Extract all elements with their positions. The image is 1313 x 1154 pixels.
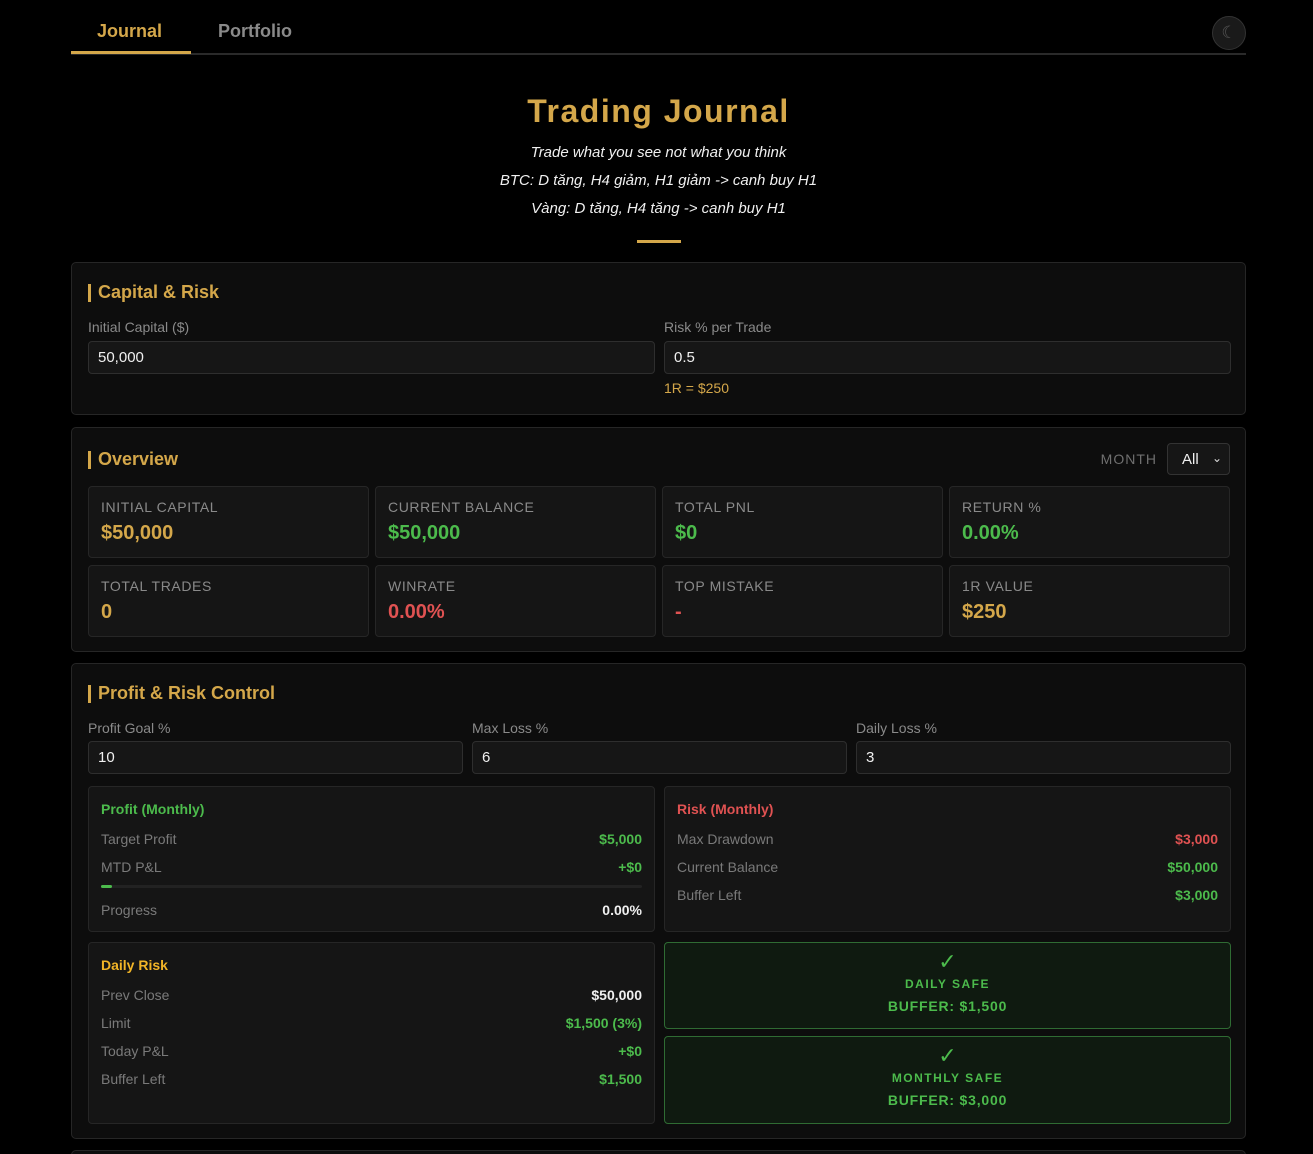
daily-loss-label: Daily Loss % [856,720,937,736]
today-pnl-label: Today P&L [101,1043,169,1059]
stat-label: TOTAL TRADES [101,578,212,594]
max-drawdown-label: Max Drawdown [677,831,774,847]
stat-total-trades: TOTAL TRADES 0 [88,565,369,637]
stat-label: WINRATE [388,578,456,594]
stat-value: $0 [675,522,698,544]
daily-safe-buffer: BUFFER: $1,500 [887,998,1008,1014]
progress-label: Progress [101,902,158,918]
profit-progress-fill [101,885,112,888]
checkmark-icon: ✓ [938,1043,957,1068]
stat-total-pnl: TOTAL PNL $0 [662,486,943,558]
daily-safe-status: ✓ DAILY SAFE BUFFER: $1,500 [664,942,1231,1029]
daily-buffer-label: Buffer Left [101,1071,166,1087]
moon-icon: ☾ [1221,23,1237,42]
month-filter-select[interactable]: All ⌄ [1167,443,1230,475]
profit-monthly-panel: Profit (Monthly) Target Profit $5,000 MT… [88,786,655,932]
stat-return-percent: RETURN % 0.00% [949,486,1230,558]
stat-label: INITIAL CAPITAL [101,499,219,515]
monthly-safe-buffer: BUFFER: $3,000 [887,1092,1008,1108]
month-filter-value: All [1182,450,1199,468]
page-header: Trading Journal Trade what you see not w… [71,55,1246,263]
stat-value: 0.00% [388,601,445,623]
stat-value: - [675,601,682,623]
stat-value: 0 [101,601,113,623]
profit-risk-control-card: Profit & Risk Control Profit Goal % Max … [71,663,1246,1139]
daily-buffer-value: $1,500 [599,1071,642,1087]
profit-risk-control-title: Profit & Risk Control [88,683,275,704]
capital-risk-card: Capital & Risk Initial Capital ($) Risk … [71,262,1246,415]
active-tab-indicator [71,51,191,54]
risk-percent-label: Risk % per Trade [664,319,772,335]
stat-one-r-value: 1R VALUE $250 [949,565,1230,637]
prev-close-label: Prev Close [101,987,170,1003]
page-title: Trading Journal [527,93,790,129]
one-r-hint: 1R = $250 [664,380,729,396]
header-note-gold: Vàng: D tăng, H4 tăng -> canh buy H1 [531,200,786,217]
risk-percent-input[interactable] [664,341,1231,374]
risk-monthly-title: Risk (Monthly) [677,801,774,817]
today-pnl-value: +$0 [618,1043,642,1059]
monthly-buffer-label: Buffer Left [677,887,742,903]
theme-toggle-button[interactable]: ☾ [1212,16,1246,50]
stat-label: TOP MISTAKE [675,578,775,594]
stat-top-mistake: TOP MISTAKE - [662,565,943,637]
profit-goal-label: Profit Goal % [88,720,171,736]
mtd-pnl-label: MTD P&L [101,859,162,875]
stat-winrate: WINRATE 0.00% [375,565,656,637]
monthly-safe-title: MONTHLY SAFE [891,1071,1004,1085]
monthly-buffer-value: $3,000 [1175,887,1218,903]
profit-goal-input[interactable] [88,741,463,774]
header-quote: Trade what you see not what you think [530,144,787,161]
tab-journal[interactable]: Journal [97,21,162,42]
current-balance-label: Current Balance [677,859,779,875]
daily-safe-title: DAILY SAFE [904,977,991,991]
progress-value: 0.00% [602,902,642,918]
current-balance-value: $50,000 [1167,859,1218,875]
max-loss-input[interactable] [472,741,847,774]
checkmark-icon: ✓ [938,949,957,974]
limit-value: $1,500 (3%) [565,1015,642,1031]
next-card [71,1150,1246,1154]
stat-value: 0.00% [962,522,1019,544]
profit-monthly-title: Profit (Monthly) [101,801,205,817]
mtd-pnl-value: +$0 [618,859,642,875]
target-profit-value: $5,000 [599,831,642,847]
stat-current-balance: CURRENT BALANCE $50,000 [375,486,656,558]
chevron-down-icon: ⌄ [1211,451,1222,465]
stat-label: CURRENT BALANCE [388,499,535,515]
tab-bar: Journal Portfolio ☾ [71,0,1246,55]
monthly-safe-status: ✓ MONTHLY SAFE BUFFER: $3,000 [664,1036,1231,1124]
stat-value: $250 [962,601,1007,623]
stat-initial-capital: INITIAL CAPITAL $50,000 [88,486,369,558]
stat-value: $50,000 [388,522,461,544]
stat-value: $50,000 [101,522,174,544]
overview-title: Overview [88,449,178,470]
target-profit-label: Target Profit [101,831,177,847]
prev-close-value: $50,000 [591,987,642,1003]
capital-risk-title: Capital & Risk [88,282,219,303]
month-filter-label: MONTH [1100,451,1157,467]
overview-card: Overview MONTH All ⌄ INITIAL CAPITAL $50… [71,427,1246,652]
tab-portfolio[interactable]: Portfolio [218,21,292,42]
stat-label: 1R VALUE [962,578,1034,594]
max-loss-label: Max Loss % [472,720,549,736]
initial-capital-input[interactable] [88,341,655,374]
header-note-btc: BTC: D tăng, H4 giảm, H1 giảm -> canh bu… [499,172,818,189]
app-container: Journal Portfolio ☾ Trading Journal Trad… [71,0,1246,1154]
stat-label: TOTAL PNL [675,499,755,515]
daily-risk-panel: Daily Risk Prev Close $50,000 Limit $1,5… [88,942,655,1124]
header-divider [637,240,681,243]
max-drawdown-value: $3,000 [1175,831,1218,847]
initial-capital-label: Initial Capital ($) [88,319,190,335]
profit-progress-bar [101,885,642,888]
daily-loss-input[interactable] [856,741,1231,774]
risk-monthly-panel: Risk (Monthly) Max Drawdown $3,000 Curre… [664,786,1231,932]
limit-label: Limit [101,1015,131,1031]
stat-label: RETURN % [962,499,1042,515]
daily-risk-title: Daily Risk [101,957,168,973]
